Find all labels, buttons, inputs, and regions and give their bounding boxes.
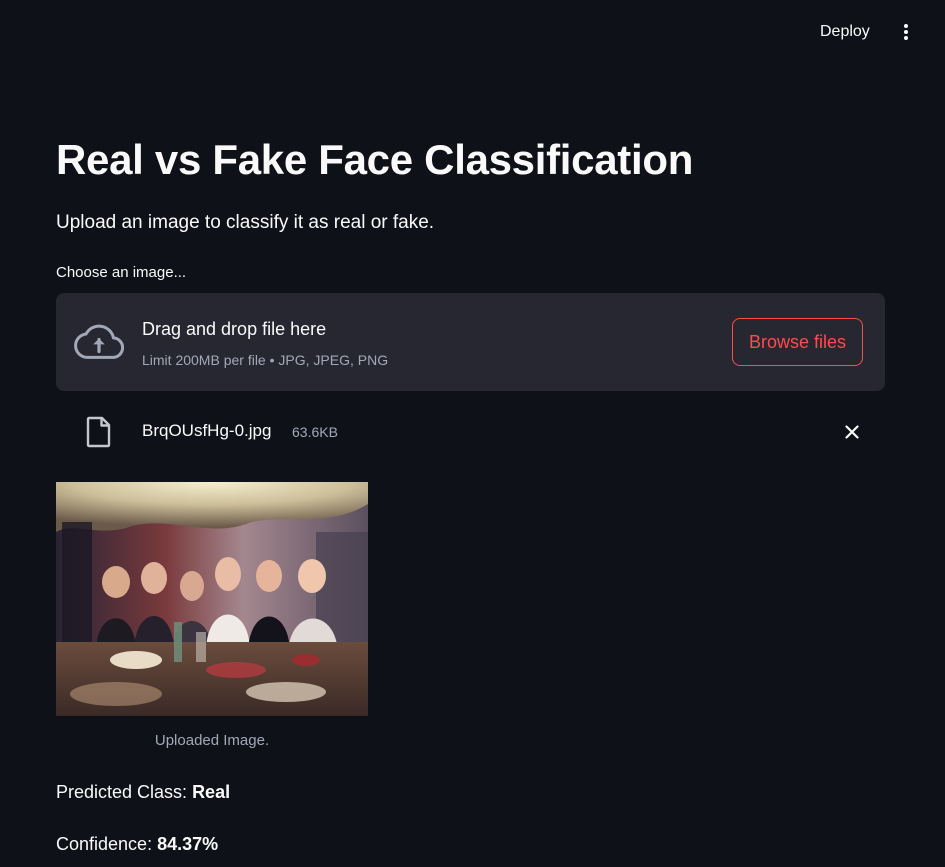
app-toolbar: Deploy bbox=[0, 0, 945, 64]
dropzone-instructions: Drag and drop file here bbox=[142, 319, 327, 339]
close-icon bbox=[845, 425, 859, 439]
browse-files-button[interactable]: Browse files bbox=[732, 318, 863, 366]
remove-file-button[interactable] bbox=[836, 418, 868, 446]
cloud-upload-icon bbox=[74, 324, 124, 359]
uploaded-file-size: 63.6KB bbox=[292, 424, 338, 440]
uploaded-image bbox=[56, 482, 368, 716]
file-icon bbox=[86, 416, 111, 448]
predicted-class: Predicted Class: Real bbox=[56, 780, 230, 804]
confidence-label: Confidence: bbox=[56, 834, 158, 854]
confidence: Confidence: 84.37% bbox=[56, 832, 218, 856]
vertical-ellipsis-icon bbox=[904, 24, 908, 40]
uploaded-file-name: BrqOUsfHg-0.jpg bbox=[142, 421, 272, 440]
main-menu-button[interactable] bbox=[890, 16, 922, 48]
page-title: Real vs Fake Face Classification bbox=[56, 136, 694, 183]
file-dropzone[interactable]: Drag and drop file here Limit 200MB per … bbox=[56, 293, 885, 391]
image-caption: Uploaded Image. bbox=[154, 732, 270, 749]
predicted-class-label: Predicted Class: bbox=[56, 782, 193, 802]
uploaded-file-item: BrqOUsfHg-0.jpg 63.6KB bbox=[56, 410, 885, 454]
uploaded-photo bbox=[56, 482, 368, 716]
file-uploader-label: Choose an image... bbox=[56, 264, 187, 281]
page-subtitle: Upload an image to classify it as real o… bbox=[56, 212, 435, 233]
predicted-class-value: Real bbox=[192, 782, 231, 802]
deploy-button[interactable]: Deploy bbox=[808, 16, 882, 48]
confidence-value: 84.37% bbox=[157, 834, 219, 854]
dropzone-file-limit: Limit 200MB per file • JPG, JPEG, PNG bbox=[142, 352, 389, 368]
